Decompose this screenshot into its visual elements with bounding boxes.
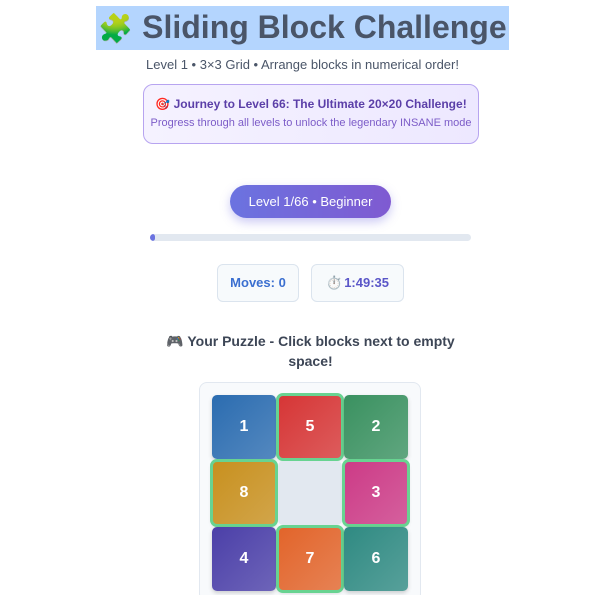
timer-display: ⏱️ 1:49:35	[311, 264, 404, 302]
stopwatch-icon: ⏱️	[326, 275, 343, 290]
timer-value: 1:49:35	[344, 275, 389, 290]
page-title: 🧩 Sliding Block Challenge	[96, 6, 509, 50]
empty-slot	[278, 461, 342, 525]
level-progress-bar	[150, 234, 471, 241]
level-badge: Level 1/66 • Beginner	[230, 185, 391, 218]
banner-title: 🎯 Journey to Level 66: The Ultimate 20×2…	[155, 97, 467, 111]
puzzle-tile-6[interactable]: 6	[344, 527, 408, 591]
puzzle-heading: 🎮 Your Puzzle - Click blocks next to emp…	[166, 333, 455, 369]
puzzle-tile-3[interactable]: 3	[342, 459, 410, 527]
puzzle-tile-8[interactable]: 8	[210, 459, 278, 527]
level-subtitle: Level 1 • 3×3 Grid • Arrange blocks in n…	[146, 57, 459, 72]
puzzle-tile-7[interactable]: 7	[276, 525, 344, 593]
puzzle-tile-2[interactable]: 2	[344, 395, 408, 459]
banner-subtitle: Progress through all levels to unlock th…	[150, 117, 472, 129]
puzzle-board: 152 83 476	[199, 382, 421, 595]
page-title-text: Sliding Block Challenge	[142, 9, 507, 45]
puzzle-tile-5[interactable]: 5	[276, 393, 344, 461]
puzzle-tile-1[interactable]: 1	[212, 395, 276, 459]
title-wrap: 🧩 Sliding Block Challenge	[0, 6, 605, 50]
puzzle-tile-4[interactable]: 4	[212, 527, 276, 591]
moves-counter: Moves: 0	[217, 264, 299, 302]
puzzle-piece-icon: 🧩	[98, 13, 134, 44]
challenge-banner: 🎯 Journey to Level 66: The Ultimate 20×2…	[143, 84, 479, 144]
level-progress-fill	[150, 234, 155, 241]
